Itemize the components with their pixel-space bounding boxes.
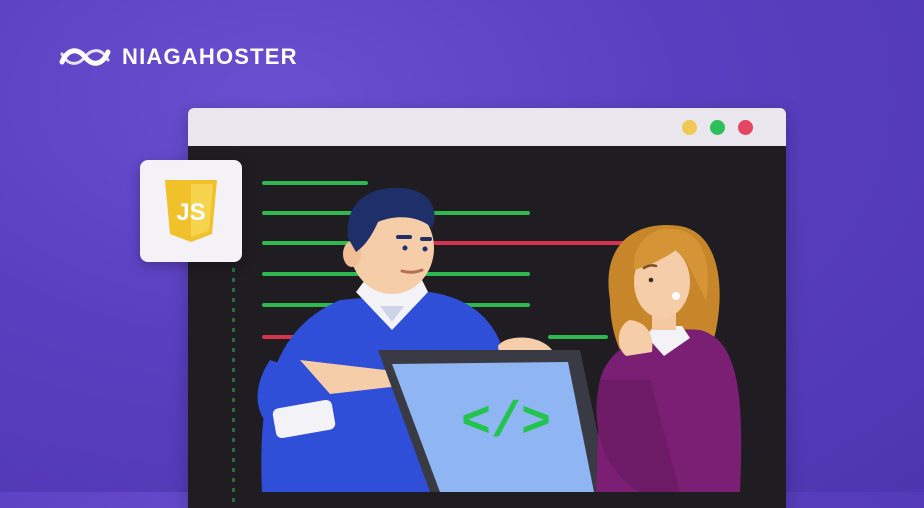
woman-figure	[596, 224, 742, 492]
developers-illustration: </>	[257, 187, 742, 492]
code-symbol-icon: </>	[461, 395, 551, 452]
